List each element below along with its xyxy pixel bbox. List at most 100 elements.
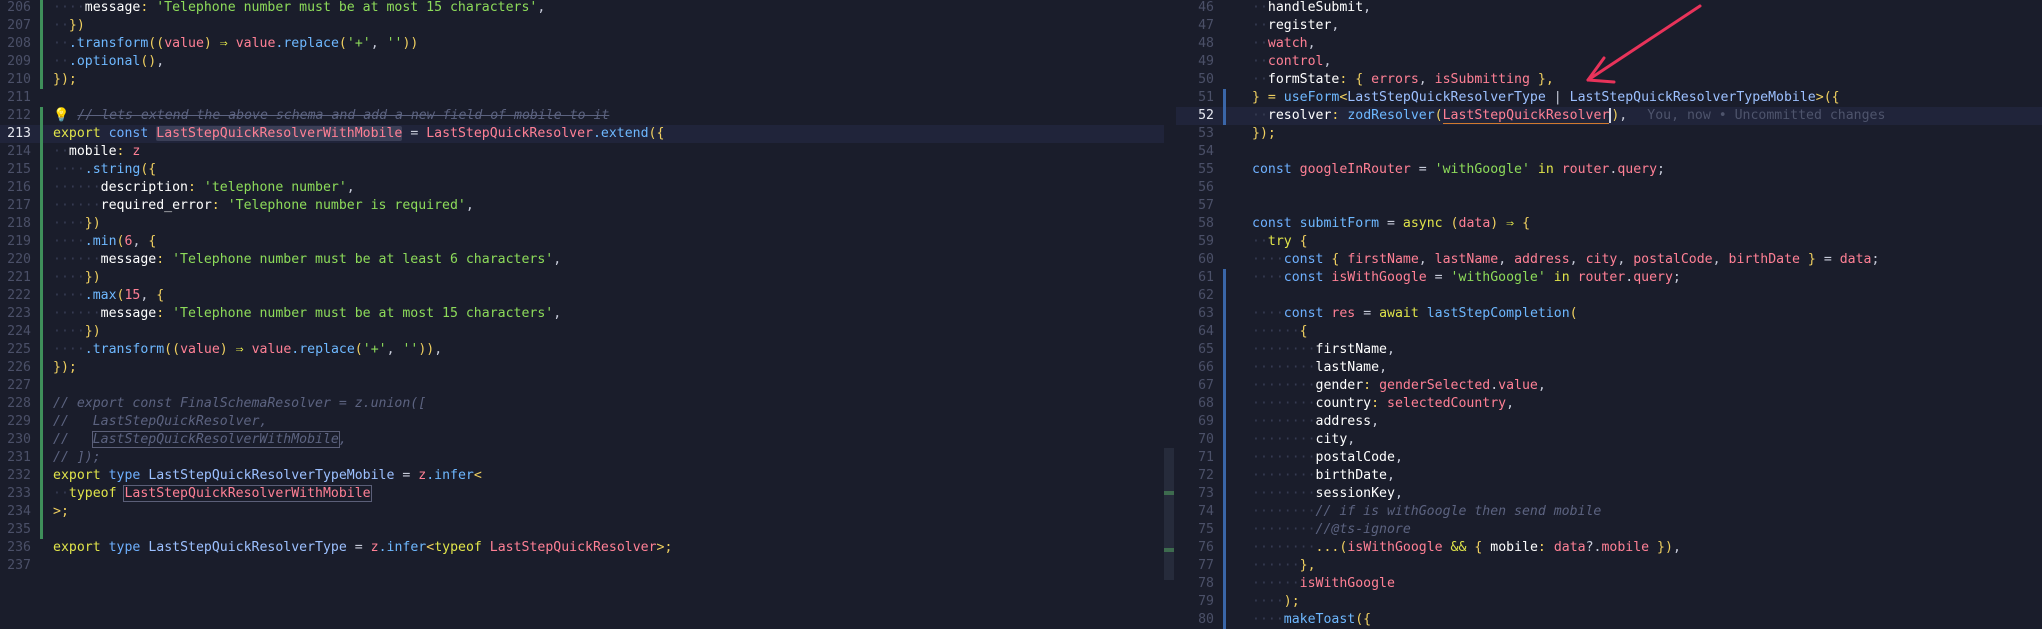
code-text[interactable]: ········city, bbox=[1252, 431, 1355, 449]
code-line[interactable]: 216 ······description: 'telephone number'… bbox=[0, 179, 1164, 197]
code-text[interactable]: ··typeof LastStepQuickResolverWithMobile bbox=[53, 485, 372, 503]
code-line[interactable]: 55 const googleInRouter = 'withGoogle' in… bbox=[1176, 161, 2042, 179]
code-line[interactable]: 237 bbox=[0, 557, 1164, 575]
code-text[interactable]: export type LastStepQuickResolverType = … bbox=[53, 539, 672, 557]
git-modified-marker[interactable] bbox=[1223, 287, 1226, 305]
code-text[interactable]: const googleInRouter = 'withGoogle' in r… bbox=[1252, 161, 1665, 179]
git-added-marker[interactable] bbox=[40, 0, 43, 17]
code-text[interactable]: ····}) bbox=[53, 269, 101, 287]
git-modified-marker[interactable] bbox=[1223, 323, 1226, 341]
code-text[interactable]: ········firstName, bbox=[1252, 341, 1395, 359]
code-text[interactable]: // ]); bbox=[53, 449, 101, 467]
code-line[interactable]: 222 ····.max(15, { bbox=[0, 287, 1164, 305]
code-line[interactable]: 218 ····}) bbox=[0, 215, 1164, 233]
git-modified-marker[interactable] bbox=[1223, 611, 1226, 629]
code-text[interactable]: ····); bbox=[1252, 593, 1300, 611]
code-text[interactable]: ··try { bbox=[1252, 233, 1308, 251]
code-text[interactable]: export type LastStepQuickResolverTypeMob… bbox=[53, 467, 482, 485]
git-added-marker[interactable] bbox=[40, 323, 43, 341]
code-text[interactable]: ······message: 'Telephone number must be… bbox=[53, 251, 561, 269]
code-line[interactable]: 79 ····); bbox=[1176, 593, 2042, 611]
code-line[interactable]: 67 ········gender: genderSelected.value, bbox=[1176, 377, 2042, 395]
git-added-marker[interactable] bbox=[40, 179, 43, 197]
git-modified-marker[interactable] bbox=[1223, 503, 1226, 521]
code-line[interactable]: 75 ········//@ts-ignore bbox=[1176, 521, 2042, 539]
code-line[interactable]: 225 ····.transform((value) ⇒ value.replac… bbox=[0, 341, 1164, 359]
git-added-marker[interactable] bbox=[40, 341, 43, 359]
code-text[interactable]: ····message: 'Telephone number must be a… bbox=[53, 0, 545, 17]
code-line[interactable]: 236 export type LastStepQuickResolverType… bbox=[0, 539, 1164, 557]
git-modified-marker[interactable] bbox=[1223, 521, 1226, 539]
code-text[interactable]: ··control, bbox=[1252, 53, 1331, 71]
code-line[interactable]: 213 export const LastStepQuickResolverWit… bbox=[0, 125, 1164, 143]
code-text[interactable]: ··mobile: z bbox=[53, 143, 140, 161]
code-text[interactable]: ······}, bbox=[1252, 557, 1316, 575]
git-modified-marker[interactable] bbox=[1223, 413, 1226, 431]
code-text[interactable]: ······isWithGoogle bbox=[1252, 575, 1395, 593]
code-text[interactable]: ····const res = await lastStepCompletion… bbox=[1252, 305, 1578, 323]
code-text[interactable]: ····.min(6, { bbox=[53, 233, 156, 251]
code-line[interactable]: 65 ········firstName, bbox=[1176, 341, 2042, 359]
code-line[interactable]: 61 ····const isWithGoogle = 'withGoogle' … bbox=[1176, 269, 2042, 287]
code-line[interactable]: 234 >; bbox=[0, 503, 1164, 521]
git-added-marker[interactable] bbox=[40, 503, 43, 521]
code-text[interactable]: ··watch, bbox=[1252, 35, 1316, 53]
code-line[interactable]: 66 ········lastName, bbox=[1176, 359, 2042, 377]
git-added-marker[interactable] bbox=[40, 35, 43, 53]
git-modified-marker[interactable] bbox=[1223, 449, 1226, 467]
git-modified-marker[interactable] bbox=[1223, 557, 1226, 575]
code-line[interactable]: 78 ······isWithGoogle bbox=[1176, 575, 2042, 593]
code-text[interactable]: ········// if is withGoogle then send mo… bbox=[1252, 503, 1601, 521]
git-added-marker[interactable] bbox=[40, 449, 43, 467]
git-modified-marker[interactable] bbox=[1223, 575, 1226, 593]
code-line[interactable]: 71 ········postalCode, bbox=[1176, 449, 2042, 467]
code-line[interactable]: 209 ··.optional(), bbox=[0, 53, 1164, 71]
code-text[interactable]: ····.max(15, { bbox=[53, 287, 164, 305]
right-editor-pane[interactable]: 46 ··handleSubmit, 47 ··register, 48 ··watch,… bbox=[1176, 0, 2042, 629]
code-text[interactable]: 💡 // lets extend the above schema and ad… bbox=[53, 107, 609, 125]
code-text[interactable]: ··resolver: zodResolver(LastStepQuickRes… bbox=[1252, 107, 1885, 125]
git-added-marker[interactable] bbox=[40, 377, 43, 395]
git-modified-marker[interactable] bbox=[1223, 269, 1226, 287]
git-modified-marker[interactable] bbox=[1223, 395, 1226, 413]
code-line[interactable]: 54 bbox=[1176, 143, 2042, 161]
git-added-marker[interactable] bbox=[40, 197, 43, 215]
code-line[interactable]: 207 ··}) bbox=[0, 17, 1164, 35]
git-added-marker[interactable] bbox=[40, 107, 43, 125]
code-text[interactable]: }); bbox=[1252, 125, 1276, 143]
code-line[interactable]: 232 export type LastStepQuickResolverType… bbox=[0, 467, 1164, 485]
code-line[interactable]: 214 ··mobile: z bbox=[0, 143, 1164, 161]
code-line[interactable]: 233 ··typeof LastStepQuickResolverWithMob… bbox=[0, 485, 1164, 503]
code-line[interactable]: 77 ······}, bbox=[1176, 557, 2042, 575]
code-line[interactable]: 73 ········sessionKey, bbox=[1176, 485, 2042, 503]
git-modified-marker[interactable] bbox=[1223, 539, 1226, 557]
code-line[interactable]: 227 bbox=[0, 377, 1164, 395]
code-line[interactable]: 52 ··resolver: zodResolver(LastStepQuickR… bbox=[1176, 107, 2042, 125]
code-line[interactable]: 220 ······message: 'Telephone number must… bbox=[0, 251, 1164, 269]
code-text[interactable]: }); bbox=[53, 71, 77, 89]
git-modified-marker[interactable] bbox=[1223, 593, 1226, 611]
code-text[interactable]: }); bbox=[53, 359, 77, 377]
left-editor-pane[interactable]: 206 ····message: 'Telephone number must b… bbox=[0, 0, 1164, 629]
code-text[interactable]: >; bbox=[53, 503, 69, 521]
git-modified-marker[interactable] bbox=[1223, 341, 1226, 359]
code-line[interactable]: 208 ··.transform((value) ⇒ value.replace(… bbox=[0, 35, 1164, 53]
code-text[interactable]: ········//@ts-ignore bbox=[1252, 521, 1411, 539]
git-added-marker[interactable] bbox=[40, 143, 43, 161]
code-text[interactable]: ····const { firstName, lastName, address… bbox=[1252, 251, 1879, 269]
git-modified-marker[interactable] bbox=[1223, 89, 1226, 107]
code-text[interactable]: ········country: selectedCountry, bbox=[1252, 395, 1514, 413]
git-added-marker[interactable] bbox=[40, 251, 43, 269]
code-line[interactable]: 215 ····.string({ bbox=[0, 161, 1164, 179]
code-text[interactable]: ······message: 'Telephone number must be… bbox=[53, 305, 561, 323]
code-text[interactable]: ······{ bbox=[1252, 323, 1308, 341]
code-line[interactable]: 228 // export const FinalSchemaResolver =… bbox=[0, 395, 1164, 413]
code-line[interactable]: 223 ······message: 'Telephone number must… bbox=[0, 305, 1164, 323]
code-line[interactable]: 212 💡 // lets extend the above schema and… bbox=[0, 107, 1164, 125]
code-text[interactable]: // LastStepQuickResolver, bbox=[53, 413, 267, 431]
git-modified-marker[interactable] bbox=[1223, 377, 1226, 395]
code-line[interactable]: 58 const submitForm = async (data) ⇒ { bbox=[1176, 215, 2042, 233]
code-line[interactable]: 60 ····const { firstName, lastName, addre… bbox=[1176, 251, 2042, 269]
code-text[interactable]: ······description: 'telephone number', bbox=[53, 179, 355, 197]
code-text[interactable]: // export const FinalSchemaResolver = z.… bbox=[53, 395, 426, 413]
